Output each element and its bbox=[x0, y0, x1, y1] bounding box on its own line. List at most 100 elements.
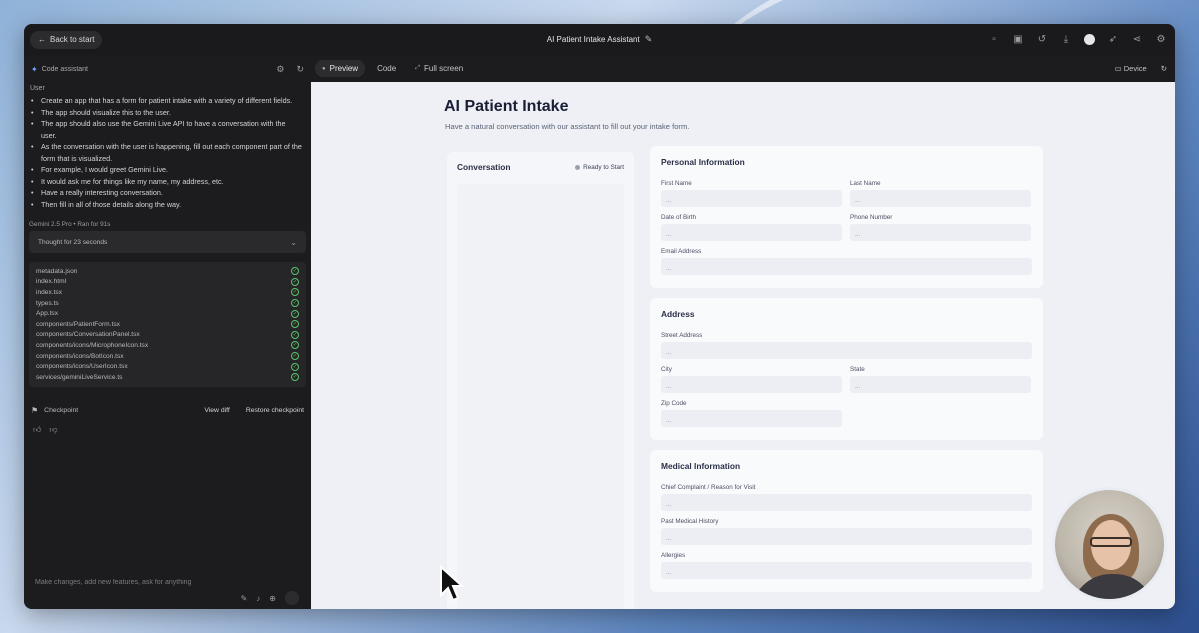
file-name: components/ConversationPanel.tsx bbox=[36, 331, 140, 339]
reload-icon[interactable]: ↻ bbox=[1161, 64, 1167, 73]
field-label: Phone Number bbox=[850, 214, 893, 221]
download-icon[interactable]: ⤓ bbox=[1060, 34, 1072, 45]
tab-fullscreen-label: Full screen bbox=[424, 64, 464, 73]
last-name-input[interactable]: ... bbox=[850, 190, 1031, 207]
conversation-title: Conversation bbox=[457, 162, 511, 172]
back-to-start-label: Back to start bbox=[50, 35, 95, 44]
thought-toggle[interactable]: Thought for 23 seconds ⌄ bbox=[29, 231, 306, 253]
file-name: metadata.json bbox=[36, 267, 78, 275]
settings-icon[interactable]: ⚙ bbox=[1155, 34, 1167, 45]
dob-field: Date of Birth ... bbox=[661, 214, 842, 241]
restore-checkpoint-button[interactable]: Restore checkpoint bbox=[246, 407, 304, 414]
send-button[interactable] bbox=[285, 591, 299, 605]
file-item[interactable]: index.tsx ✓ bbox=[36, 287, 299, 298]
save-icon[interactable]: ▣ bbox=[1012, 34, 1024, 45]
tab-code[interactable]: Code bbox=[370, 60, 403, 77]
chat-tools: ✎ ♪ ⊕ bbox=[241, 591, 299, 605]
allergies-input[interactable]: ... bbox=[661, 562, 1032, 579]
file-name: services/geminiLiveService.ts bbox=[36, 373, 123, 381]
field-label: First Name bbox=[661, 180, 692, 187]
field-label: Past Medical History bbox=[661, 518, 719, 525]
file-name: components/icons/MicrophoneIcon.tsx bbox=[36, 341, 149, 349]
street-input[interactable]: ... bbox=[661, 342, 1032, 359]
dob-input[interactable]: ... bbox=[661, 224, 842, 241]
thumbs-down-icon[interactable]: 👎︎ bbox=[49, 425, 57, 435]
prompt-bullets: Create an app that has a form for patien… bbox=[24, 95, 311, 210]
device-label: Device bbox=[1123, 64, 1147, 73]
file-item[interactable]: types.ts ✓ bbox=[36, 298, 299, 309]
prompt-bullet: The app should also use the Gemini Live … bbox=[31, 118, 303, 141]
prompt-bullet: It would ask me for things like my name,… bbox=[31, 176, 303, 188]
app-window: ← Back to start AI Patient Intake Assist… bbox=[24, 24, 1175, 609]
zip-input[interactable]: ... bbox=[661, 410, 842, 427]
field-label: Street Address bbox=[661, 332, 703, 339]
allergies-field: Allergies ... bbox=[661, 552, 1032, 579]
file-item[interactable]: App.tsx ✓ bbox=[36, 308, 299, 319]
section-title: Medical Information bbox=[661, 461, 741, 471]
check-circle-icon: ✓ bbox=[291, 309, 299, 318]
history-input[interactable]: ... bbox=[661, 528, 1032, 545]
file-item[interactable]: metadata.json ✓ bbox=[36, 266, 299, 277]
address-section: Address Street Address ... City ... Stat… bbox=[650, 298, 1043, 440]
complaint-input[interactable]: ... bbox=[661, 494, 1032, 511]
file-item[interactable]: components/ConversationPanel.tsx ✓ bbox=[36, 330, 299, 341]
prompt-bullet: Have a really interesting conversation. bbox=[31, 187, 303, 199]
file-name: index.html bbox=[36, 278, 67, 286]
view-tabs: ● Preview Code ⤢ Full screen ▭ Device ↻ bbox=[311, 55, 1175, 82]
thought-label: Thought for 23 seconds bbox=[38, 238, 108, 246]
refresh-icon[interactable]: ↻ bbox=[296, 64, 304, 75]
check-circle-icon: ✓ bbox=[291, 277, 299, 286]
chat-input-area: ✎ ♪ ⊕ bbox=[24, 561, 311, 609]
history-icon[interactable]: ↺ bbox=[1036, 34, 1048, 45]
file-item[interactable]: components/icons/UserIcon.tsx ✓ bbox=[36, 361, 299, 372]
state-input[interactable]: ... bbox=[850, 376, 1031, 393]
first-name-input[interactable]: ... bbox=[661, 190, 842, 207]
tab-fullscreen[interactable]: ⤢ Full screen bbox=[408, 60, 470, 77]
medical-info-section: Medical Information Chief Complaint / Re… bbox=[650, 450, 1043, 592]
tab-preview-label: Preview bbox=[329, 64, 359, 73]
thumbs-up-icon[interactable]: 👍︎ bbox=[33, 425, 41, 435]
edit-pencil-icon[interactable]: ✎ bbox=[645, 34, 653, 45]
status-text: Ready to Start bbox=[583, 163, 624, 171]
chat-input[interactable] bbox=[35, 579, 300, 586]
check-circle-icon: ✓ bbox=[291, 352, 299, 361]
email-field: Email Address ... bbox=[661, 248, 1032, 275]
view-diff-button[interactable]: View diff bbox=[204, 407, 229, 414]
device-button[interactable]: ▭ Device bbox=[1115, 64, 1147, 73]
share-icon[interactable]: ⋖ bbox=[1131, 34, 1143, 45]
model-info: Gemini 2.5 Pro • Ran for 91s bbox=[29, 221, 111, 228]
field-label: Last Name bbox=[850, 180, 881, 187]
status-badge: Ready to Start bbox=[575, 164, 624, 171]
file-item[interactable]: index.html ✓ bbox=[36, 277, 299, 288]
street-field: Street Address ... bbox=[661, 332, 1032, 359]
field-label: Zip Code bbox=[661, 400, 687, 407]
tab-preview[interactable]: ● Preview bbox=[315, 60, 366, 77]
file-item[interactable]: services/geminiLiveService.ts ✓ bbox=[36, 372, 299, 383]
file-name: components/PatientForm.tsx bbox=[36, 320, 120, 328]
status-dot-icon bbox=[575, 164, 581, 170]
deploy-rocket-icon[interactable]: ➶ bbox=[1107, 34, 1119, 45]
feedback-row: 👍︎ 👎︎ bbox=[24, 417, 311, 443]
file-name: index.tsx bbox=[36, 288, 63, 296]
patient-form: Personal Information First Name ... Last… bbox=[650, 146, 1043, 602]
magic-wand-icon[interactable]: ✎ bbox=[241, 594, 248, 603]
sparkle-icon: ✦ bbox=[31, 64, 38, 74]
file-item[interactable]: components/icons/MicrophoneIcon.tsx ✓ bbox=[36, 340, 299, 351]
chevron-down-icon: ⌄ bbox=[290, 237, 297, 247]
city-input[interactable]: ... bbox=[661, 376, 842, 393]
arrow-left-icon: ← bbox=[38, 35, 46, 44]
settings-gear-icon[interactable]: ⚙ bbox=[276, 64, 284, 75]
phone-input[interactable]: ... bbox=[850, 224, 1031, 241]
github-icon[interactable] bbox=[1084, 34, 1095, 45]
back-to-start-button[interactable]: ← Back to start bbox=[30, 30, 103, 49]
email-input[interactable]: ... bbox=[661, 258, 1032, 275]
add-icon[interactable]: ⊕ bbox=[269, 594, 276, 603]
microphone-icon[interactable]: ♪ bbox=[256, 594, 260, 603]
file-item[interactable]: components/PatientForm.tsx ✓ bbox=[36, 319, 299, 330]
file-list: metadata.json ✓ index.html ✓ index.tsx ✓ ty… bbox=[29, 262, 306, 387]
file-name: components/icons/UserIcon.tsx bbox=[36, 363, 128, 371]
file-item[interactable]: components/icons/BotIcon.tsx ✓ bbox=[36, 351, 299, 362]
prompt-bullet: The app should visualize this to the use… bbox=[31, 107, 303, 119]
check-circle-icon: ✓ bbox=[291, 373, 299, 382]
api-key-icon[interactable]: ▫ bbox=[988, 34, 1000, 45]
